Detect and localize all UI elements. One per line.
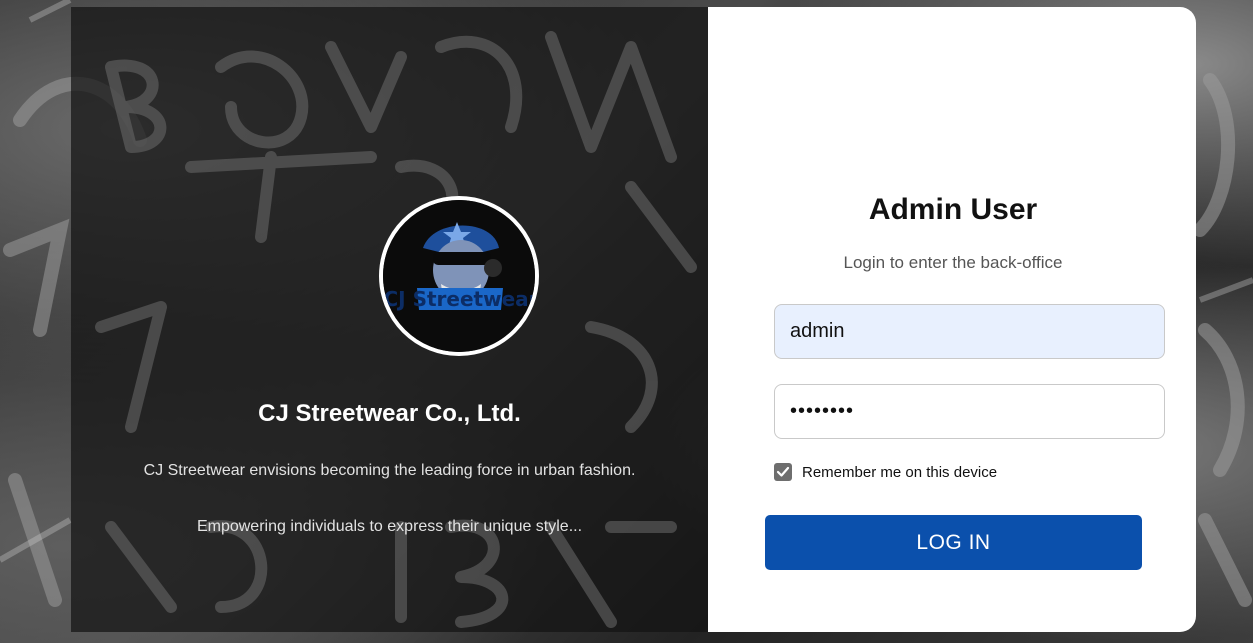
logo-lettering-cj: CJ Streetwear — [384, 287, 536, 311]
vision-tagline: CJ Streetwear envisions becoming the lea… — [143, 462, 636, 479]
password-input[interactable] — [774, 384, 1165, 439]
remember-me-checkbox[interactable] — [774, 463, 792, 481]
login-button[interactable]: LOG IN — [765, 515, 1142, 570]
cj-streetwear-logo-icon: CJ Streetwear — [383, 200, 535, 352]
mission-tagline: Empowering individuals to express their … — [196, 518, 583, 535]
login-panel: Admin User Login to enter the back-offic… — [708, 7, 1196, 632]
graffiti-lettering — [95, 31, 697, 628]
checkmark-icon — [776, 466, 790, 477]
remember-me-toggle[interactable]: Remember me on this device — [774, 463, 997, 481]
brand-panel: CJ Streetwear CJ Streetwear Co., Ltd. CJ… — [71, 7, 708, 632]
username-input[interactable] — [774, 304, 1165, 359]
remember-me-label: Remember me on this device — [802, 463, 998, 481]
login-title: Admin User — [868, 193, 1038, 226]
company-logo: CJ Streetwear — [379, 196, 539, 356]
login-subtitle: Login to enter the back-office — [843, 253, 1063, 272]
company-name: CJ Streetwear Co., Ltd. — [258, 400, 521, 427]
